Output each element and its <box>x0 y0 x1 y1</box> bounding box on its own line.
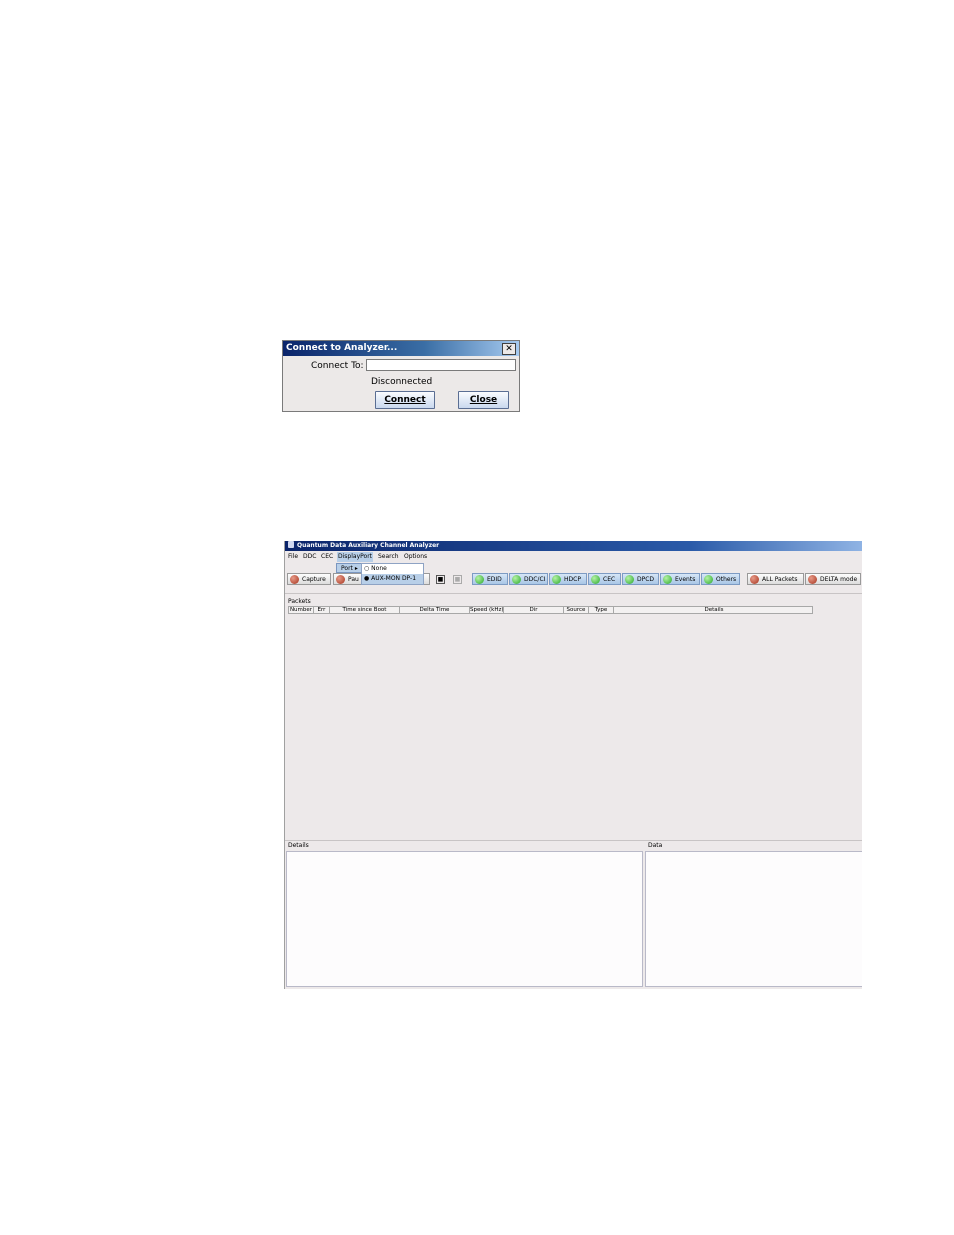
record-icon <box>808 575 817 584</box>
packets-label: Packets <box>288 598 311 605</box>
details-panel[interactable] <box>286 851 643 987</box>
filter-dpcd-button[interactable]: DPCD <box>622 573 659 585</box>
option-aux-mon-label: AUX-MON DP-1 <box>371 575 417 582</box>
column-dir[interactable]: Dir <box>504 607 564 614</box>
connect-to-label: Connect To: <box>311 361 364 371</box>
filter-cec-button[interactable]: CEC <box>588 573 621 585</box>
column-err[interactable]: Err <box>314 607 330 614</box>
column-source[interactable]: Source <box>564 607 589 614</box>
column-time-since-boot[interactable]: Time since Boot <box>330 607 400 614</box>
menu-cec[interactable]: CEC <box>320 552 334 562</box>
packets-table-header: Number Err Time since Boot Delta Time Sp… <box>288 606 813 614</box>
filter-others-button[interactable]: Others <box>701 573 740 585</box>
details-label: Details <box>288 842 309 849</box>
menu-file[interactable]: File <box>287 552 299 562</box>
close-button[interactable]: Close <box>458 391 509 409</box>
window-title-bar[interactable]: Quantum Data Auxiliary Channel Analyzer <box>285 541 862 551</box>
connect-dialog: Connect to Analyzer... ✕ Connect To: Dis… <box>282 340 520 412</box>
radio-empty-icon: ○ <box>364 565 370 572</box>
record-icon <box>750 575 759 584</box>
connect-button[interactable]: Connect <box>375 391 435 409</box>
save-icon[interactable]: ■ <box>436 575 445 584</box>
column-details[interactable]: Details <box>614 607 814 614</box>
status-green-icon <box>475 575 484 584</box>
status-green-icon <box>704 575 713 584</box>
submenu-option-none[interactable]: ○ None <box>362 564 423 574</box>
menu-ddc[interactable]: DDC <box>302 552 317 562</box>
connection-status: Disconnected <box>371 377 433 387</box>
export-icon[interactable]: ■ <box>453 575 462 584</box>
status-green-icon <box>552 575 561 584</box>
app-icon <box>288 541 294 548</box>
window-title: Quantum Data Auxiliary Channel Analyzer <box>297 542 440 549</box>
separator <box>285 840 862 841</box>
menu-item-port[interactable]: Port ▸ <box>336 563 363 573</box>
chevron-right-icon: ▸ <box>354 565 358 572</box>
menu-bar: File DDC CEC DisplayPort Search Options <box>285 552 862 562</box>
connect-to-input[interactable] <box>366 359 516 371</box>
port-submenu: ○ None ● AUX-MON DP-1 <box>361 563 424 585</box>
capture-label: Capture <box>302 576 326 583</box>
data-label: Data <box>648 842 663 849</box>
data-panel[interactable] <box>645 851 862 987</box>
record-icon <box>290 575 299 584</box>
status-green-icon <box>663 575 672 584</box>
filter-ddcci-button[interactable]: DDC/CI <box>509 573 548 585</box>
delta-mode-button[interactable]: DELTA mode <box>805 573 861 585</box>
port-label: Port <box>341 565 353 572</box>
close-icon[interactable]: ✕ <box>502 343 516 355</box>
capture-button[interactable]: Capture <box>287 573 331 585</box>
column-delta-time[interactable]: Delta Time <box>400 607 470 614</box>
status-green-icon <box>512 575 521 584</box>
pause-record-icon <box>336 575 345 584</box>
menu-displayport[interactable]: DisplayPort <box>337 552 374 562</box>
filter-hdcp-button[interactable]: HDCP <box>549 573 587 585</box>
filter-edid-button[interactable]: EDID <box>472 573 508 585</box>
column-speed[interactable]: Speed (kHz) <box>470 607 504 614</box>
radio-selected-icon: ● <box>364 575 370 582</box>
separator <box>285 593 862 594</box>
status-green-icon <box>625 575 634 584</box>
option-none-label: None <box>371 565 387 572</box>
submenu-option-aux-mon[interactable]: ● AUX-MON DP-1 <box>362 574 423 584</box>
pause-label: Pau <box>348 576 359 583</box>
menu-options[interactable]: Options <box>403 552 428 562</box>
dialog-title-bar[interactable]: Connect to Analyzer... ✕ <box>283 341 519 356</box>
dialog-title: Connect to Analyzer... <box>286 343 398 353</box>
column-number[interactable]: Number <box>289 607 314 614</box>
status-green-icon <box>591 575 600 584</box>
column-type[interactable]: Type <box>589 607 614 614</box>
analyzer-window: Quantum Data Auxiliary Channel Analyzer … <box>284 541 862 989</box>
menu-search[interactable]: Search <box>377 552 400 562</box>
all-packets-button[interactable]: ALL Packets <box>747 573 804 585</box>
filter-events-button[interactable]: Events <box>660 573 700 585</box>
